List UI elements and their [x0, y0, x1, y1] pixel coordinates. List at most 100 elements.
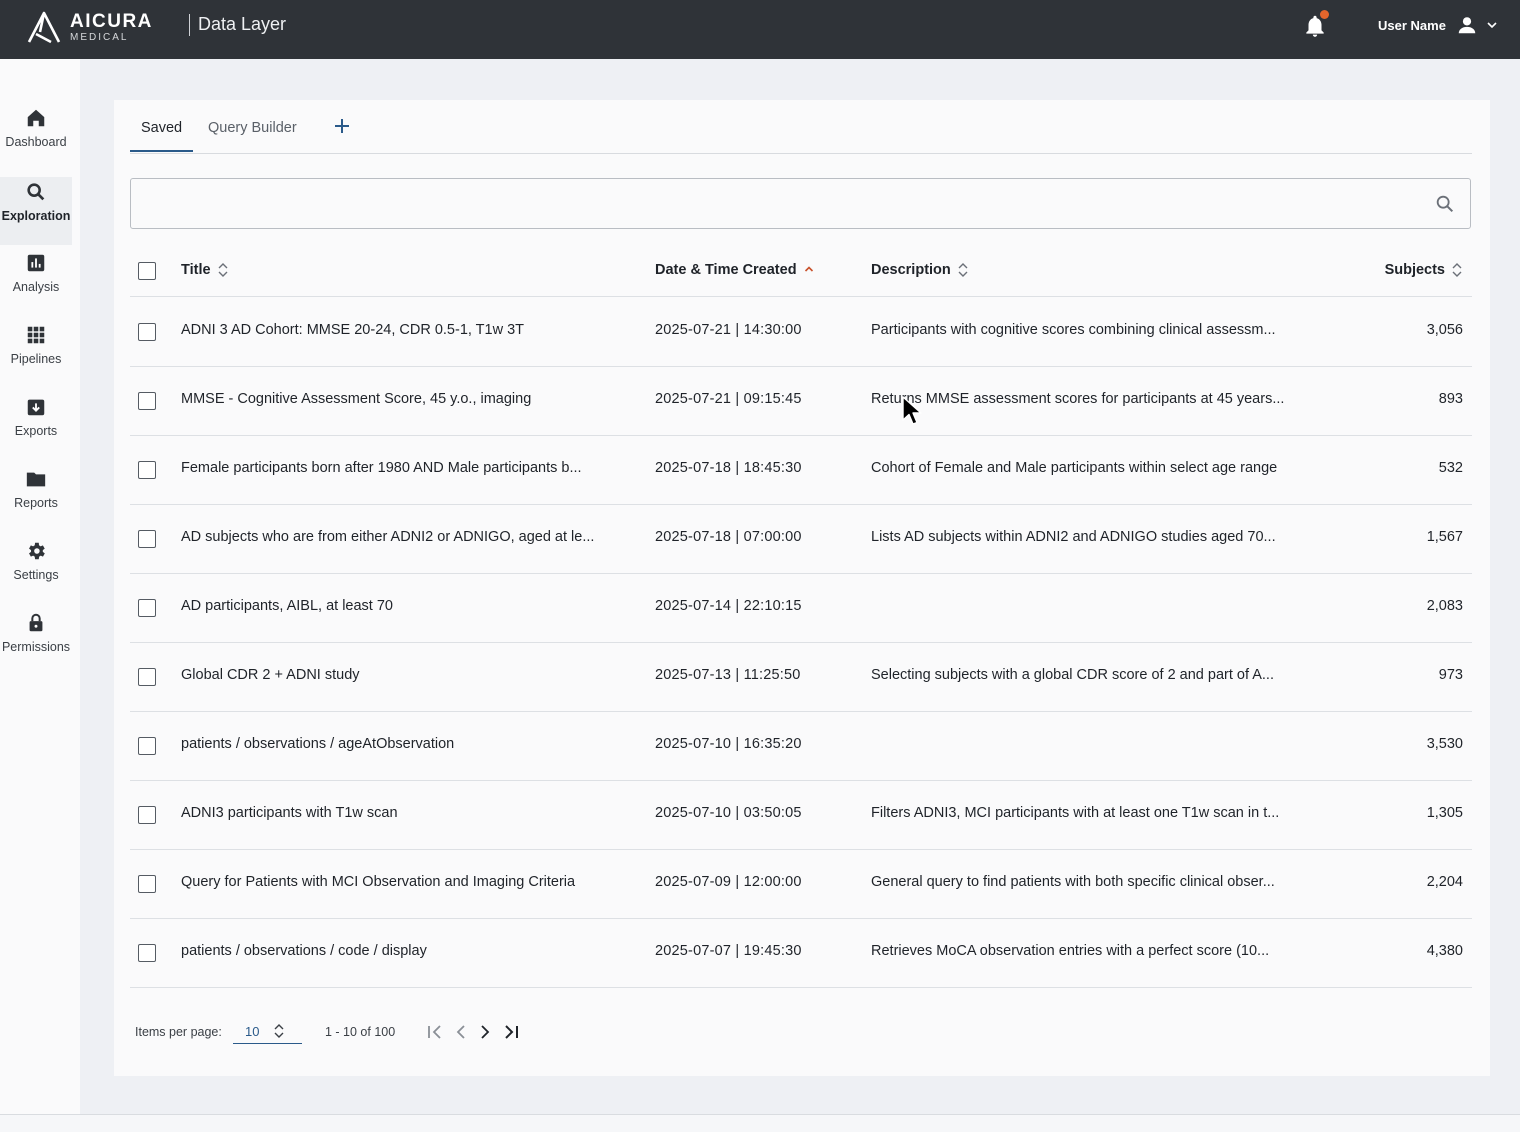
sidebar-item-reports[interactable]: Reports: [0, 468, 72, 532]
sidebar-item-permissions[interactable]: Permissions: [0, 612, 72, 676]
row-description: Participants with cognitive scores combi…: [871, 322, 1276, 338]
sort-icon: [1452, 263, 1462, 277]
row-title: ADNI3 participants with T1w scan: [181, 805, 398, 821]
column-header-label: Subjects: [1384, 262, 1445, 278]
row-title: Female participants born after 1980 AND …: [181, 460, 582, 476]
table-row[interactable]: Global CDR 2 + ADNI study 2025-07-13 | 1…: [130, 643, 1472, 712]
table-row[interactable]: Female participants born after 1980 AND …: [130, 436, 1472, 505]
saved-queries-panel: Saved Query Builder Title Date & Time Cr…: [114, 100, 1490, 1076]
search-icon: [27, 183, 45, 201]
row-date: 2025-07-14 | 22:10:15: [655, 598, 802, 614]
first-page-icon[interactable]: [425, 1022, 445, 1042]
search-input[interactable]: [143, 189, 1423, 219]
table-row[interactable]: AD participants, AIBL, at least 70 2025-…: [130, 574, 1472, 643]
tab-query-builder[interactable]: Query Builder: [197, 118, 308, 152]
grid-icon: [27, 326, 45, 344]
previous-page-icon[interactable]: [451, 1022, 471, 1042]
row-checkbox[interactable]: [138, 599, 156, 617]
row-description: Filters ADNI3, MCI participants with at …: [871, 805, 1280, 821]
row-title: ADNI 3 AD Cohort: MMSE 20-24, CDR 0.5-1,…: [181, 322, 525, 338]
sidebar-item-label: Reports: [14, 496, 58, 510]
items-per-page-label: Items per page:: [135, 1025, 222, 1039]
row-checkbox[interactable]: [138, 530, 156, 548]
table-row[interactable]: MMSE - Cognitive Assessment Score, 45 y.…: [130, 367, 1472, 436]
user-name[interactable]: User Name: [1378, 18, 1446, 33]
row-checkbox[interactable]: [138, 392, 156, 410]
last-page-icon[interactable]: [501, 1022, 521, 1042]
row-description: Returns MMSE assessment scores for parti…: [871, 391, 1285, 407]
sidebar-item-exports[interactable]: Exports: [0, 396, 72, 460]
column-header-label: Title: [181, 262, 211, 278]
folder-icon: [26, 472, 46, 487]
select-all-checkbox[interactable]: [138, 262, 156, 280]
brand-logo[interactable]: AICURA MEDICAL: [26, 8, 186, 46]
row-checkbox[interactable]: [138, 323, 156, 341]
mouse-cursor-icon: [902, 396, 922, 425]
row-checkbox[interactable]: [138, 668, 156, 686]
row-date: 2025-07-18 | 07:00:00: [655, 529, 802, 545]
row-checkbox[interactable]: [138, 737, 156, 755]
lock-icon: [29, 613, 43, 632]
items-per-page-value: 10: [245, 1024, 260, 1039]
tab-saved[interactable]: Saved: [130, 118, 194, 152]
row-date: 2025-07-18 | 18:45:30: [655, 460, 802, 476]
table-row[interactable]: patients / observations / ageAtObservati…: [130, 712, 1472, 781]
column-header-label: Description: [871, 262, 951, 278]
column-header-description[interactable]: Description: [871, 262, 969, 278]
row-title: AD participants, AIBL, at least 70: [181, 598, 393, 614]
sidebar-item-label: Permissions: [1, 640, 71, 654]
row-subjects: 1,305: [1426, 805, 1463, 821]
column-header-title[interactable]: Title: [181, 262, 229, 278]
row-date: 2025-07-10 | 16:35:20: [655, 736, 802, 752]
row-title: patients / observations / ageAtObservati…: [181, 736, 455, 752]
next-page-icon[interactable]: [475, 1022, 495, 1042]
row-title: Global CDR 2 + ADNI study: [181, 667, 360, 683]
row-subjects: 2,204: [1426, 874, 1463, 890]
brand-name: AICURA: [70, 10, 153, 32]
column-header-label: Date & Time Created: [655, 262, 797, 278]
row-subjects: 893: [1438, 391, 1463, 407]
notification-badge: [1320, 10, 1329, 19]
bar-chart-icon: [27, 254, 45, 272]
search-icon[interactable]: [1434, 193, 1456, 215]
table-row[interactable]: AD subjects who are from either ADNI2 or…: [130, 505, 1472, 574]
row-subjects: 532: [1438, 460, 1463, 476]
row-date: 2025-07-13 | 11:25:50: [655, 667, 801, 683]
sort-ascending-icon: [804, 266, 813, 272]
table-row[interactable]: Query for Patients with MCI Observation …: [130, 850, 1472, 919]
row-title: patients / observations / code / display: [181, 943, 427, 959]
table-row[interactable]: ADNI3 participants with T1w scan 2025-07…: [130, 781, 1472, 850]
row-checkbox[interactable]: [138, 944, 156, 962]
table-row[interactable]: ADNI 3 AD Cohort: MMSE 20-24, CDR 0.5-1,…: [130, 298, 1472, 367]
sidebar-item-pipelines[interactable]: Pipelines: [0, 324, 72, 388]
row-subjects: 3,530: [1426, 736, 1463, 752]
row-date: 2025-07-21 | 09:15:45: [655, 391, 802, 407]
row-subjects: 2,083: [1426, 598, 1463, 614]
column-header-date[interactable]: Date & Time Created: [655, 262, 815, 278]
chevron-down-icon[interactable]: [1486, 19, 1498, 31]
row-checkbox[interactable]: [138, 461, 156, 479]
items-per-page-select[interactable]: 10: [233, 1020, 302, 1044]
add-tab-icon[interactable]: [332, 116, 352, 136]
sort-icon: [218, 263, 228, 277]
title-divider: [189, 14, 190, 36]
row-checkbox[interactable]: [138, 875, 156, 893]
sidebar-item-label: Analysis: [12, 280, 60, 294]
column-header-subjects[interactable]: Subjects: [1385, 262, 1463, 278]
home-icon: [27, 109, 45, 127]
user-avatar-icon[interactable]: [1456, 14, 1478, 36]
row-title: AD subjects who are from either ADNI2 or…: [181, 529, 595, 545]
sidebar-item-dashboard[interactable]: Dashboard: [0, 107, 72, 171]
sidebar-item-exploration[interactable]: Exploration: [0, 177, 72, 245]
sidebar-item-settings[interactable]: Settings: [0, 540, 72, 604]
row-subjects: 4,380: [1426, 943, 1463, 959]
row-checkbox[interactable]: [138, 806, 156, 824]
row-title: MMSE - Cognitive Assessment Score, 45 y.…: [181, 391, 532, 407]
sidebar-item-analysis[interactable]: Analysis: [0, 252, 72, 316]
table-row[interactable]: patients / observations / code / display…: [130, 919, 1472, 988]
tab-bar: Saved Query Builder: [130, 114, 1472, 154]
sidebar-item-label: Pipelines: [10, 352, 62, 366]
aicura-logo-icon: [27, 11, 61, 44]
top-bar: AICURA MEDICAL Data Layer User Name: [0, 0, 1520, 59]
app-title: Data Layer: [198, 14, 287, 34]
